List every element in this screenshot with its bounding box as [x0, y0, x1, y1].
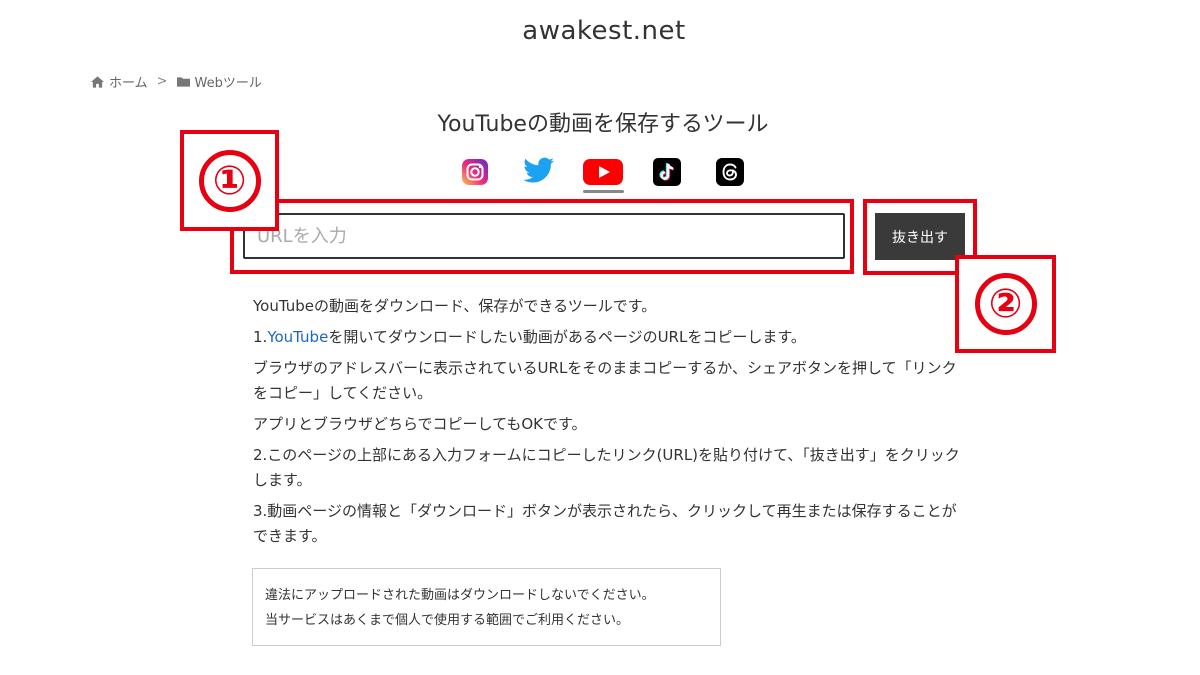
- annotation-number-2: ②: [974, 273, 1037, 335]
- annotation-marker-1: ①: [180, 130, 279, 231]
- notice-line-1: 違法にアップロードされた動画はダウンロードしないでください。: [265, 588, 655, 603]
- instructions: YouTubeの動画をダウンロード、保存ができるツールです。 1.YouTube…: [253, 294, 965, 555]
- breadcrumb-category[interactable]: Webツール: [195, 72, 262, 91]
- twitter-icon[interactable]: [523, 157, 555, 185]
- step-1-prefix: 1.: [253, 328, 268, 346]
- step-1-note: アプリとブラウザどちらでコピーしてもOKです。: [253, 415, 587, 433]
- home-icon: [91, 75, 104, 88]
- instagram-icon[interactable]: [461, 158, 489, 186]
- notice-line-2: 当サービスはあくまで個人で使用する範囲でご利用ください。: [265, 613, 630, 628]
- breadcrumb-separator: >: [156, 74, 168, 89]
- youtube-icon[interactable]: [583, 158, 623, 186]
- breadcrumb: ホーム > Webツール: [91, 72, 262, 91]
- annotation-marker-2: ②: [955, 255, 1056, 353]
- active-tab-indicator: [583, 190, 624, 193]
- step-3: 3.動画ページの情報と「ダウンロード」ボタンが表示されたら、クリックして再生また…: [253, 502, 957, 545]
- step-2: 2.このページの上部にある入力フォームにコピーしたリンク(URL)を貼り付けて、…: [253, 446, 960, 489]
- youtube-link[interactable]: YouTube: [267, 328, 328, 346]
- intro-text: YouTubeの動画をダウンロード、保存ができるツールです。: [253, 297, 657, 315]
- annotation-box-url-input: [230, 199, 854, 274]
- step-1-text: を開いてダウンロードしたい動画があるページのURLをコピーします。: [328, 328, 806, 346]
- step-1: 1.YouTubeを開いてダウンロードしたい動画があるページのURLをコピーしま…: [253, 325, 965, 350]
- notice-box: 違法にアップロードされた動画はダウンロードしないでください。 当サービスはあくま…: [252, 568, 721, 646]
- site-title[interactable]: awakest.net: [0, 16, 1200, 46]
- threads-icon[interactable]: [716, 158, 744, 186]
- annotation-number-1: ①: [198, 149, 261, 212]
- folder-icon: [176, 77, 190, 87]
- step-1-detail: ブラウザのアドレスバーに表示されているURLをそのままコピーするか、シェアボタン…: [253, 359, 957, 402]
- breadcrumb-home[interactable]: ホーム: [109, 72, 148, 91]
- tiktok-icon[interactable]: [653, 158, 681, 186]
